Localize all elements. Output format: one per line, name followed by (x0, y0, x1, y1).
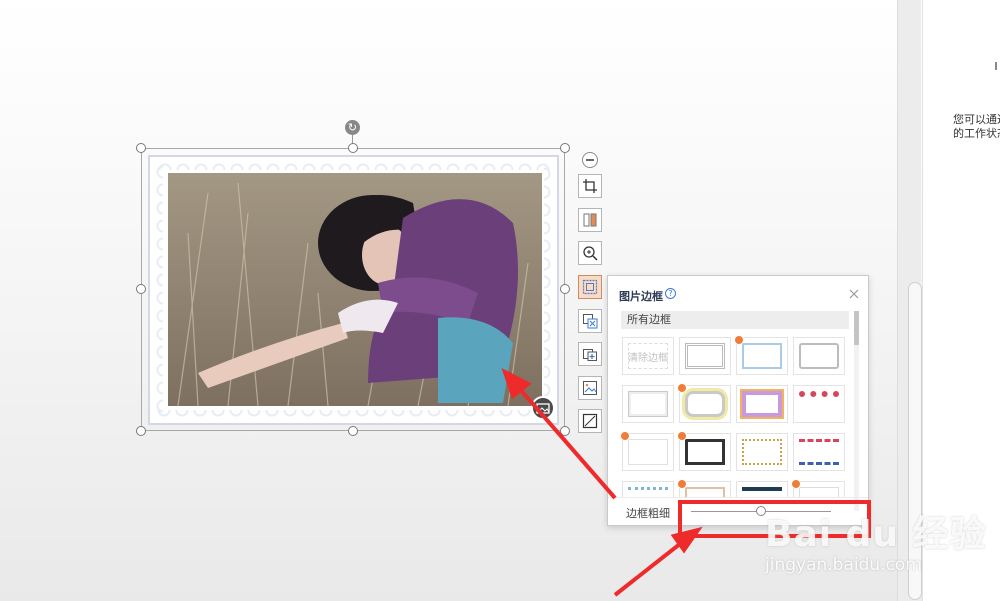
crop-icon (583, 179, 597, 193)
collapse-toolbar-button[interactable] (582, 152, 598, 168)
resize-handle-right[interactable] (560, 284, 570, 294)
picture-badge-icon[interactable] (531, 396, 555, 420)
pane-marker (995, 62, 997, 70)
popup-scrollbar-thumb[interactable] (854, 311, 859, 345)
hot-badge-icon (677, 383, 687, 393)
resize-handle-bottom-right[interactable] (560, 426, 570, 436)
hot-badge-icon (677, 431, 687, 441)
watermark-logo: Bai du 经验 (765, 514, 987, 555)
hot-badge-icon (734, 335, 744, 345)
zoom-button[interactable] (578, 241, 602, 265)
frame-tile[interactable] (620, 431, 674, 471)
task-pane-tip-line1: 您可以通过 (953, 113, 1000, 126)
swap-icon (583, 213, 597, 227)
border-button[interactable] (578, 409, 602, 433)
picture-replace-icon (583, 381, 597, 395)
frame-tile[interactable] (677, 383, 731, 423)
frame-tile[interactable] (793, 337, 845, 375)
frame-tile[interactable] (736, 481, 788, 497)
frame-edge-bottom (156, 410, 551, 422)
picture-add-icon (583, 349, 597, 361)
frame-tile[interactable] (736, 433, 788, 471)
frame-tile[interactable] (736, 385, 788, 423)
rotate-handle-icon[interactable]: ↻ (345, 120, 360, 135)
swap-button[interactable] (578, 208, 602, 232)
frame-edge-left (151, 163, 163, 417)
frame-tile-clear[interactable]: 清除边框 (622, 337, 674, 375)
resize-handle-top-left[interactable] (136, 143, 146, 153)
frame-tile[interactable] (793, 433, 845, 471)
resize-handle-left[interactable] (136, 284, 146, 294)
help-icon[interactable]: ? (665, 288, 676, 299)
frame-tile[interactable] (677, 431, 731, 471)
picture-add-button[interactable] (578, 342, 602, 366)
frame-tile[interactable] (679, 337, 731, 375)
photo-illustration (168, 173, 542, 406)
frame-tile[interactable] (622, 481, 674, 497)
frame-tile[interactable] (793, 385, 845, 423)
hot-badge-icon (677, 479, 687, 489)
hot-badge-icon (791, 479, 801, 489)
translate-button[interactable] (578, 309, 602, 333)
watermark-url: jingyan.baidu.com (765, 555, 922, 575)
picture-frame-button[interactable] (578, 275, 602, 299)
resize-handle-bottom-left[interactable] (136, 426, 146, 436)
picture-replace-button[interactable] (578, 376, 602, 400)
hot-badge-icon (620, 431, 630, 441)
close-icon[interactable] (847, 287, 861, 301)
picture-frame-popup: 图片边框 ? 所有边框 清除边框 边框粗细 (607, 275, 869, 526)
frame-icon (582, 279, 598, 295)
frame-tile[interactable] (734, 335, 788, 375)
frame-grid: 清除边框 (620, 334, 852, 497)
zoom-icon (583, 246, 598, 261)
popup-title: 图片边框 (619, 290, 663, 303)
frame-tile[interactable] (677, 479, 731, 497)
border-icon (582, 413, 598, 429)
resize-handle-top-right[interactable] (560, 143, 570, 153)
frame-thickness-label: 边框粗细 (626, 507, 670, 520)
frame-category[interactable]: 所有边框 (621, 311, 849, 329)
frame-edge-right (544, 163, 556, 417)
resize-handle-top[interactable] (348, 143, 358, 153)
photo-girl-in-grass[interactable] (168, 173, 542, 406)
frame-edge-top (156, 158, 551, 170)
frame-tile[interactable] (622, 385, 674, 423)
task-pane-tip-line2: 的工作状态 (953, 127, 1000, 140)
task-pane-tip: 您可以通过 的工作状态 (953, 113, 1000, 141)
crop-button[interactable] (578, 174, 602, 198)
resize-handle-bottom[interactable] (348, 426, 358, 436)
translate-icon (583, 314, 598, 329)
frame-tile[interactable] (791, 479, 845, 497)
clear-frame-label: 清除边框 (628, 353, 668, 364)
